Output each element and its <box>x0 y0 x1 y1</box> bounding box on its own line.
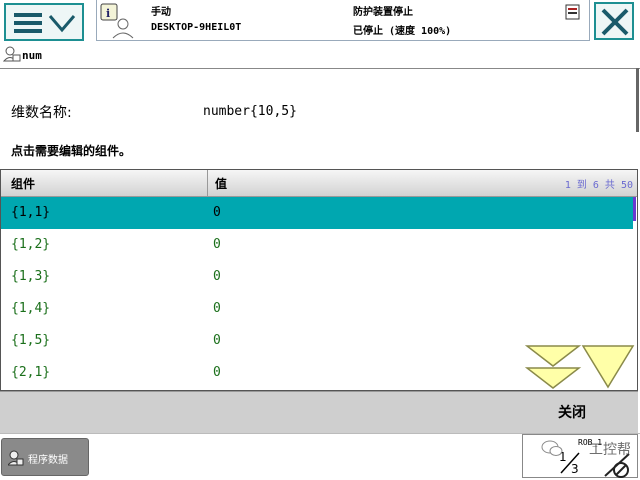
command-bar: 关闭 <box>0 391 638 434</box>
instruction-text: 点击需要编辑的组件。 <box>11 144 132 158</box>
table-row[interactable]: {1,4} 0 <box>1 293 633 325</box>
event-log-icon <box>565 4 580 20</box>
column-divider <box>207 170 208 196</box>
page-down-icon[interactable] <box>525 344 583 390</box>
top-bar: i 手动 DESKTOP-9HEIL0T 防护装置停止 已停止 (速度 100%… <box>0 0 640 44</box>
svg-text:3: 3 <box>571 462 579 475</box>
main-menu-button[interactable] <box>4 3 84 41</box>
component-cell: {1,1} <box>11 205 51 220</box>
quickset-button[interactable]: ROB_1 1 3 工控帮 <box>522 434 638 478</box>
watermark-text: 工控帮 <box>589 442 631 458</box>
close-button[interactable]: 关闭 <box>512 392 638 433</box>
value-cell: 0 <box>213 301 221 316</box>
robot-info-icon: i <box>100 3 134 39</box>
controller-name: DESKTOP-9HEIL0T <box>151 22 242 33</box>
page-title: num <box>22 49 42 62</box>
dimension-value: number{10,5} <box>203 104 297 119</box>
close-button-label: 关闭 <box>558 405 586 421</box>
mode-text: 手动 <box>151 7 171 18</box>
taskbar-label: 程序数据 <box>28 455 68 466</box>
data-icon <box>8 450 24 466</box>
row-range: 1 到 6 共 50 <box>564 180 633 191</box>
dimension-label: 维数名称: <box>11 105 72 121</box>
close-window-button[interactable] <box>594 2 634 40</box>
data-icon <box>3 46 21 62</box>
table-row[interactable]: {1,2} 0 <box>1 229 633 261</box>
status-bar[interactable]: i 手动 DESKTOP-9HEIL0T 防护装置停止 已停止 (速度 100%… <box>96 0 590 41</box>
close-icon <box>601 8 629 36</box>
menu-icon <box>14 13 76 33</box>
table-row[interactable]: {1,1} 0 <box>1 197 633 229</box>
value-cell: 0 <box>213 365 221 380</box>
component-table: 组件 值 1 到 6 共 50 {1,1} 0 {1,2} 0 {1,3} 0 … <box>0 169 638 391</box>
column-header-value[interactable]: 值 <box>215 175 227 192</box>
taskbar-program-data[interactable]: 程序数据 <box>1 438 89 476</box>
component-cell: {1,5} <box>11 333 51 348</box>
value-cell: 0 <box>213 205 221 220</box>
value-cell: 0 <box>213 269 221 284</box>
safety-status: 防护装置停止 <box>353 7 413 18</box>
table-header: 组件 值 1 到 6 共 50 <box>1 170 637 197</box>
table-scrollbar[interactable] <box>633 197 636 221</box>
table-row[interactable]: {1,3} 0 <box>1 261 633 293</box>
scroll-edge <box>636 68 639 132</box>
breadcrumb: num <box>0 44 640 69</box>
taskbar: 程序数据 ROB_1 1 3 工控帮 <box>0 433 640 480</box>
value-cell: 0 <box>213 237 221 252</box>
value-cell: 0 <box>213 333 221 348</box>
run-status: 已停止 (速度 100%) <box>353 26 452 37</box>
svg-text:i: i <box>106 7 110 20</box>
component-cell: {1,2} <box>11 237 51 252</box>
component-cell: {1,3} <box>11 269 51 284</box>
component-cell: {1,4} <box>11 301 51 316</box>
component-cell: {2,1} <box>11 365 51 380</box>
wechat-icon <box>541 440 563 456</box>
column-header-component[interactable]: 组件 <box>11 175 35 192</box>
scroll-down-icon[interactable] <box>581 344 637 390</box>
watermark: 工控帮 <box>541 437 631 461</box>
